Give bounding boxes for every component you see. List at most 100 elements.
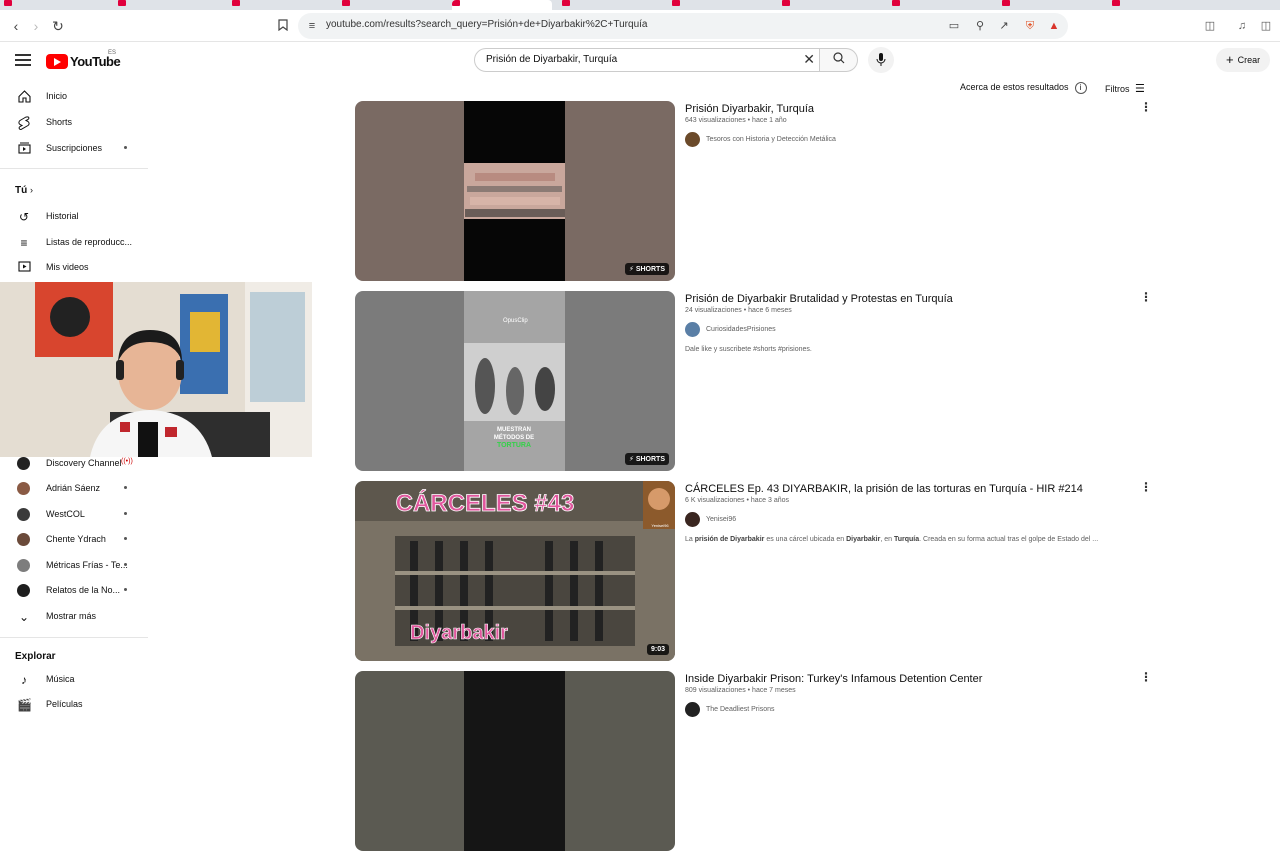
new-content-dot [124, 588, 127, 591]
channel-name: CuriosidadesPrisiones [706, 326, 776, 333]
channel-avatar [17, 457, 30, 470]
view-count: 6 K visualizaciones [685, 497, 745, 504]
browser-tab[interactable] [342, 0, 442, 10]
site-info-icon[interactable]: ≡ [304, 18, 320, 34]
subscription-label: Discovery Channel [46, 458, 122, 468]
zoom-icon[interactable]: ⚲ [972, 18, 988, 34]
filters-button[interactable]: Filtros ☰ [1105, 82, 1145, 95]
search-button[interactable] [820, 48, 858, 72]
back-icon[interactable]: ‹ [8, 18, 24, 34]
channel-avatar [17, 482, 30, 495]
youtube-logo[interactable]: YouTube ES [46, 50, 121, 69]
you-heading-text: Tú [15, 185, 28, 196]
show-more-button[interactable]: ⌄ Mostrar más [0, 605, 148, 629]
create-button[interactable]: + Crear [1216, 48, 1271, 72]
more-options-icon[interactable]: ⋮ [1140, 291, 1152, 303]
video-thumbnail[interactable]: MUESTRAN MÉTODOS DE TORTURA OpusClip ⚡ S… [355, 291, 675, 471]
voice-search-button[interactable] [868, 47, 894, 73]
forward-icon[interactable]: › [28, 18, 44, 34]
sidebar-item-movies[interactable]: 🎬 Películas [0, 693, 148, 717]
subscription-item[interactable]: WestCOL [0, 503, 148, 527]
browser-tab[interactable] [562, 0, 662, 10]
upload-age: hace 7 meses [752, 687, 796, 694]
browser-tab[interactable] [1002, 0, 1102, 10]
subscription-label: Chente Ydrach [46, 534, 106, 544]
you-section-heading[interactable]: Tú › [15, 185, 33, 196]
thumbnail-title-text: CÁRCELES #43 [396, 489, 575, 517]
browser-tab[interactable] [1112, 0, 1212, 10]
search-result[interactable]: Yenisei96 CÁRCELES #43 Diyarbakir 9:03 C… [355, 481, 1155, 661]
channel-link[interactable]: Yenisei96 [685, 512, 1145, 528]
media-icon[interactable]: ♫ [1234, 18, 1250, 34]
more-options-icon[interactable]: ⋮ [1140, 481, 1152, 493]
video-title[interactable]: Inside Diyarbakir Prison: Turkey's Infam… [685, 671, 1145, 687]
sidebar-item-history[interactable]: ↺ Historial [0, 205, 148, 229]
channel-link[interactable]: CuriosidadesPrisiones [685, 322, 1145, 338]
sidebar-item-home[interactable]: Inicio [0, 85, 148, 109]
more-options-icon[interactable]: ⋮ [1140, 101, 1152, 113]
browser-tab-active[interactable] [452, 0, 552, 10]
address-bar[interactable]: ≡ youtube.com/results?search_query=Prisi… [298, 13, 1068, 39]
brave-shield-icon[interactable]: ⛨ [1022, 18, 1038, 34]
badge-text: SHORTS [635, 456, 665, 463]
search-result[interactable]: ⚡ SHORTS Prisión Diyarbakir, Turquía 643… [355, 101, 1155, 281]
badge-text: SHORTS [635, 266, 665, 273]
browser-tab[interactable] [232, 0, 332, 10]
sidebar-item-music[interactable]: ♪ Música [0, 668, 148, 692]
search-query[interactable]: Prisión de Diyarbakir, Turquía [486, 54, 617, 65]
video-title[interactable]: Prisión Diyarbakir, Turquía [685, 101, 1145, 117]
bookmark-icon[interactable] [275, 18, 291, 34]
more-options-icon[interactable]: ⋮ [1140, 671, 1152, 683]
menu-icon[interactable] [15, 54, 31, 66]
video-stats: 643 visualizaciones • hace 1 año [685, 117, 787, 124]
video-thumbnail[interactable] [355, 671, 675, 851]
subscription-label: Métricas Frías - Te... [46, 560, 128, 570]
video-thumbnail[interactable]: ⚡ SHORTS [355, 101, 675, 281]
search-result[interactable]: Inside Diyarbakir Prison: Turkey's Infam… [355, 671, 1155, 851]
cast-icon[interactable]: ▭ [946, 18, 962, 34]
search-result[interactable]: MUESTRAN MÉTODOS DE TORTURA OpusClip ⚡ S… [355, 291, 1155, 471]
video-title[interactable]: CÁRCELES Ep. 43 DIYARBAKIR, la prisión d… [685, 481, 1145, 497]
side-panel-icon[interactable]: ◫ [1258, 18, 1274, 34]
sidebar-item-shorts[interactable]: Shorts [0, 111, 148, 135]
sidebar-toggle-icon[interactable]: ◫ [1202, 18, 1218, 34]
sidebar-item-subscriptions[interactable]: Suscripciones [0, 137, 148, 161]
address-url[interactable]: youtube.com/results?search_query=Prisión… [326, 19, 647, 30]
thumbnail-caption-line: TORTURA [497, 442, 531, 449]
about-results-label: Acerca de estos resultados [960, 82, 1069, 92]
subscription-item[interactable]: Chente Ydrach [0, 528, 148, 552]
channel-link[interactable]: Tesoros con Historia y Detección Metálic… [685, 132, 1145, 148]
about-results[interactable]: Acerca de estos resultados i [960, 82, 1087, 94]
reload-icon[interactable]: ↻ [50, 18, 66, 34]
sidebar-item-playlists[interactable]: ≡ Listas de reproducc... [0, 231, 148, 255]
rewards-icon[interactable]: ▲ [1046, 18, 1062, 34]
upload-age: hace 1 año [752, 117, 787, 124]
subscription-label: Relatos de la No... [46, 585, 121, 595]
sidebar-item-label: Listas de reproducc... [46, 237, 133, 247]
subscription-item[interactable]: Métricas Frías - Te... [0, 554, 148, 578]
video-stats: 24 visualizaciones • hace 6 meses [685, 307, 792, 314]
new-content-dot [124, 486, 127, 489]
filter-sliders-icon: ☰ [1135, 83, 1145, 95]
search-input[interactable]: Prisión de Diyarbakir, Turquía ✕ [474, 48, 820, 72]
browser-tab[interactable] [892, 0, 992, 10]
browser-tab[interactable] [672, 0, 772, 10]
browser-tab[interactable] [782, 0, 882, 10]
video-thumbnail[interactable]: Yenisei96 CÁRCELES #43 Diyarbakir 9:03 [355, 481, 675, 661]
clear-search-icon[interactable]: ✕ [803, 51, 815, 68]
sidebar-item-label: Historial [46, 211, 79, 221]
subscription-item[interactable]: Relatos de la No... [0, 579, 148, 603]
browser-tab[interactable] [4, 0, 104, 10]
video-title[interactable]: Prisión de Diyarbakir Brutalidad y Prote… [685, 291, 1145, 307]
upload-age: hace 3 años [750, 497, 790, 504]
browser-tab[interactable] [118, 0, 218, 10]
share-icon[interactable]: ↗ [996, 18, 1012, 34]
subscription-item[interactable]: Adrián Sáenz [0, 477, 148, 501]
playlists-icon: ≡ [20, 236, 28, 250]
thumbnail-logo-text: OpusClip [503, 318, 528, 324]
thumbnail-caption-line: MÉTODOS DE [494, 433, 534, 441]
sidebar-item-your-videos[interactable]: Mis videos [0, 256, 148, 280]
shorts-badge: ⚡ SHORTS [624, 263, 669, 275]
create-label: Crear [1237, 55, 1261, 65]
channel-link[interactable]: The Deadliest Prisons [685, 702, 1145, 718]
